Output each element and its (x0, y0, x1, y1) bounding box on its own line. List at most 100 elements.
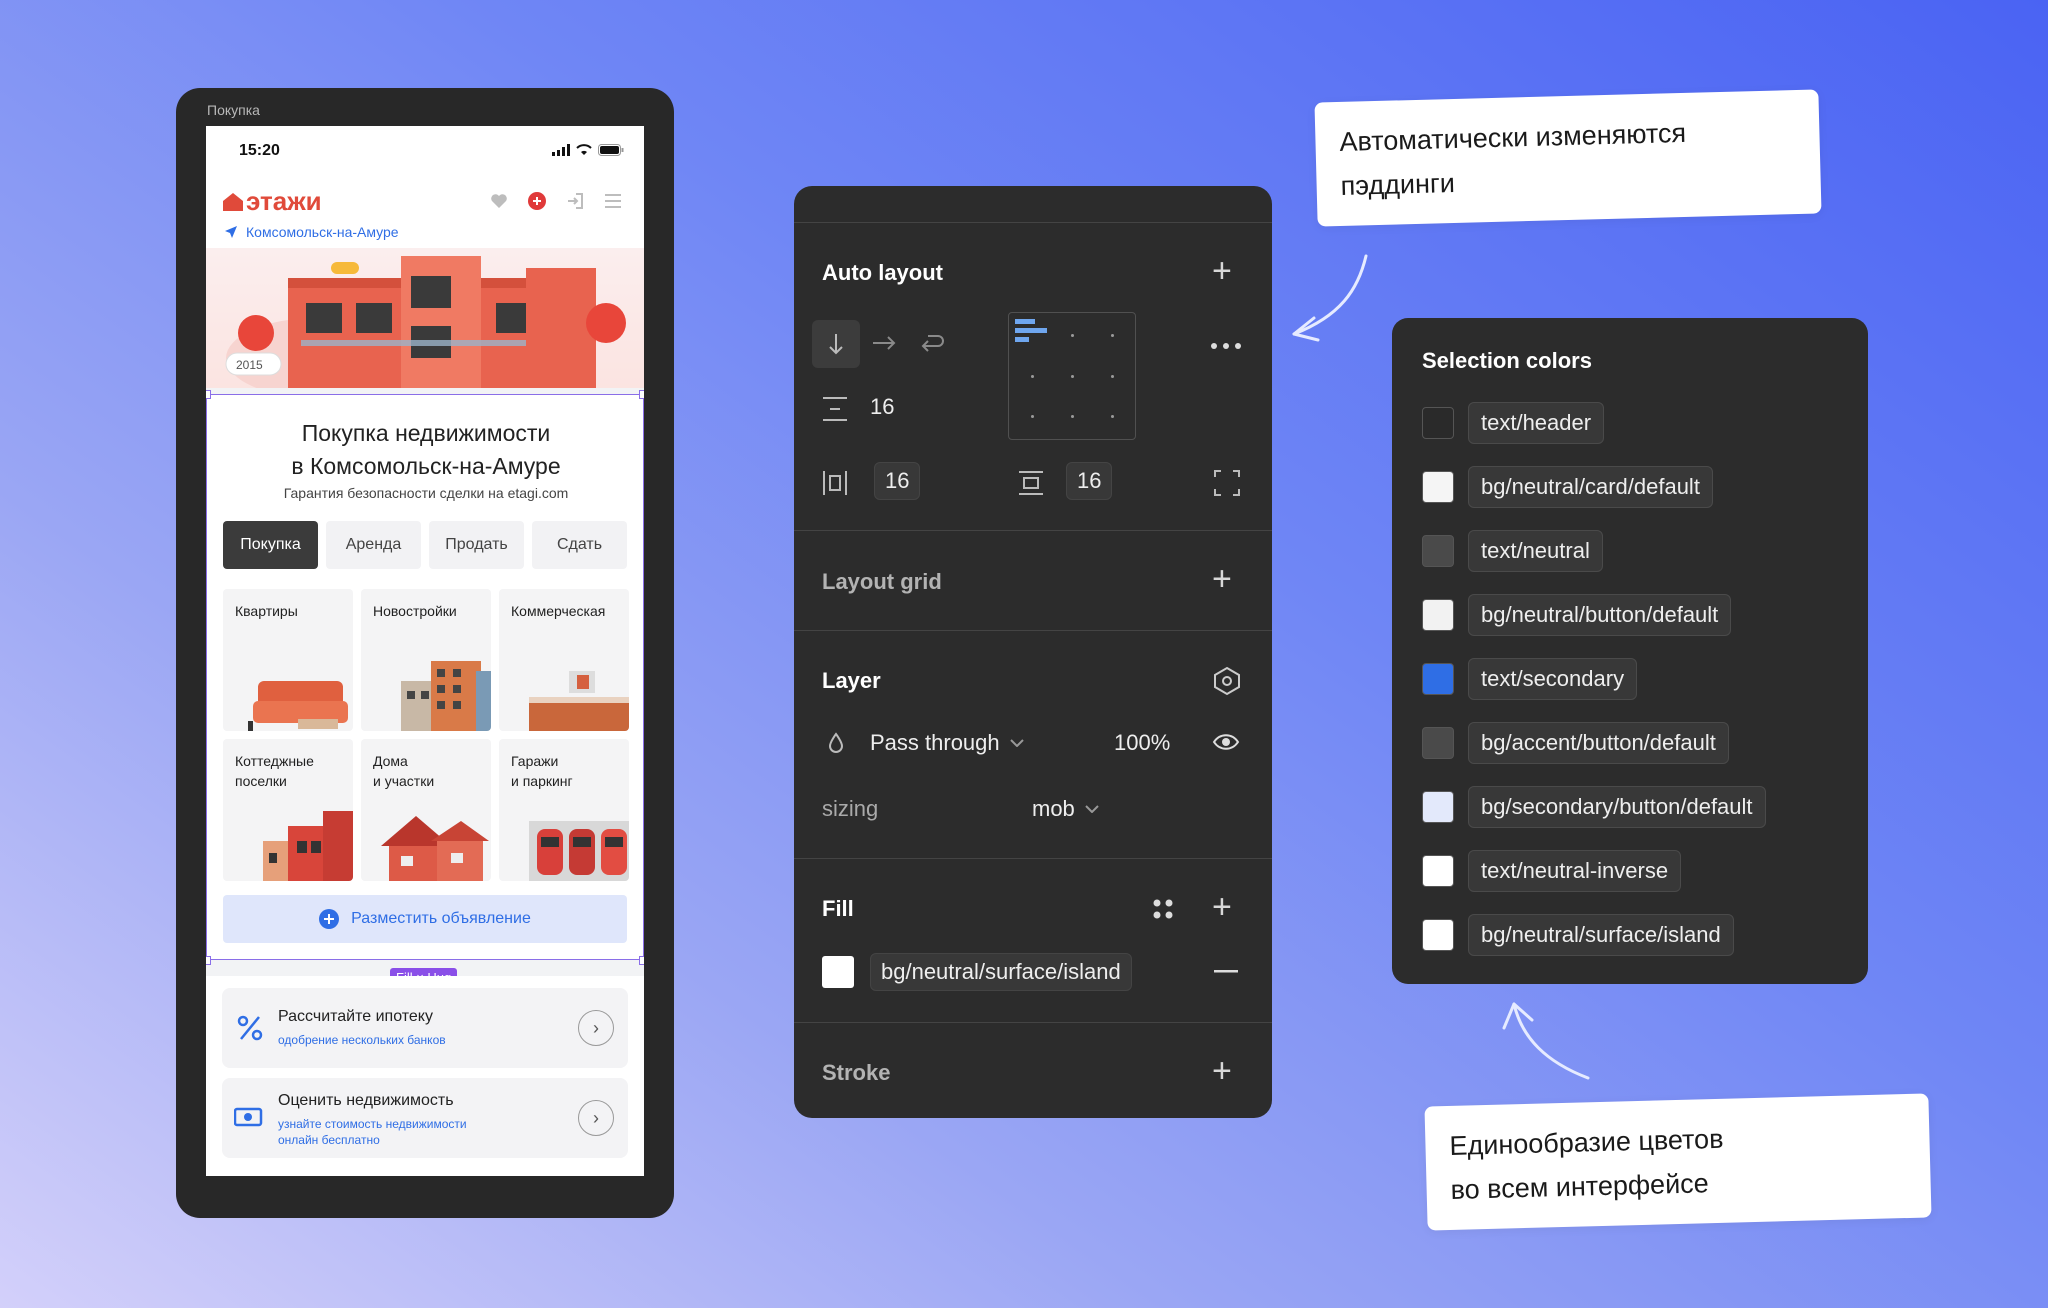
resize-handle-bottom-right[interactable] (639, 956, 644, 965)
more-options-icon[interactable] (1210, 342, 1242, 350)
selected-card-frame[interactable]: Покупка недвижимости в Комсомольск-на-Ам… (206, 394, 644, 960)
divider (794, 530, 1272, 531)
add-fill-icon[interactable]: + (1212, 890, 1232, 924)
sizing-select[interactable]: mob (1032, 796, 1099, 822)
category-commercial[interactable]: Коммерческая (499, 589, 629, 731)
category-apartments[interactable]: Квартиры (223, 589, 353, 731)
page-title-line-1: Покупка недвижимости (301, 420, 551, 446)
horizontal-padding-icon (823, 471, 847, 495)
color-row[interactable]: text/secondary (1422, 658, 1638, 700)
brand-logo[interactable]: этажи (222, 186, 322, 217)
percent-icon (237, 1015, 263, 1041)
mortgage-card[interactable]: Рассчитайте ипотеку одобрение нескольких… (222, 988, 628, 1068)
color-swatch[interactable] (1422, 599, 1454, 631)
fill-style-chip[interactable]: bg/neutral/surface/island (870, 953, 1132, 991)
color-style-chip[interactable]: bg/accent/button/default (1468, 722, 1729, 764)
color-row[interactable]: bg/neutral/surface/island (1422, 914, 1734, 956)
color-row[interactable]: bg/accent/button/default (1422, 722, 1729, 764)
color-swatch[interactable] (1422, 791, 1454, 823)
add-layout-grid-icon[interactable]: + (1212, 562, 1232, 596)
style-grid-icon[interactable] (1152, 898, 1174, 920)
tab-sell[interactable]: Продать (429, 521, 524, 569)
post-ad-button[interactable]: Разместить объявление (223, 895, 627, 943)
hero-illustration: 2015 (206, 248, 644, 388)
category-label: Коммерческая (511, 603, 606, 619)
color-style-chip[interactable]: text/secondary (1468, 658, 1638, 700)
color-swatch[interactable] (1422, 919, 1454, 951)
tab-rent[interactable]: Аренда (326, 521, 421, 569)
heart-icon[interactable] (490, 193, 508, 209)
phone-screen: 15:20 этажи Комсомольск-на-Амуре 2015 По… (206, 126, 644, 1176)
color-row[interactable]: text/neutral-inverse (1422, 850, 1682, 892)
chevron-down-icon (1009, 739, 1024, 747)
arrow-right-icon[interactable] (872, 334, 896, 352)
color-style-chip[interactable]: text/neutral (1468, 530, 1603, 572)
chevron-right-icon[interactable]: › (578, 1100, 614, 1136)
gap-value[interactable]: 16 (870, 394, 894, 420)
horizontal-padding-input[interactable]: 16 (874, 462, 921, 500)
building-icon (401, 661, 491, 731)
color-swatch[interactable] (1422, 407, 1454, 439)
category-new-buildings[interactable]: Новостройки (361, 589, 491, 731)
layer-title: Layer (822, 668, 881, 693)
cottage-icon (263, 811, 353, 881)
login-icon[interactable] (566, 192, 584, 210)
tab-let[interactable]: Сдать (532, 521, 627, 569)
component-icon[interactable] (1212, 666, 1242, 696)
chevron-down-icon (1085, 805, 1099, 813)
signal-icon (552, 144, 570, 156)
mortgage-subtitle: одобрение нескольких банков (278, 1033, 446, 1047)
fill-title: Fill (822, 896, 854, 921)
category-cottage-villages[interactable]: Коттеджные поселки (223, 739, 353, 881)
color-swatch[interactable] (1422, 535, 1454, 567)
add-circle-icon[interactable] (528, 192, 546, 210)
resize-handle-top-right[interactable] (639, 390, 644, 399)
category-garages-parking[interactable]: Гаражи и паркинг (499, 739, 629, 881)
valuation-card[interactable]: Оценить недвижимость узнайте стоимость н… (222, 1078, 628, 1158)
alignment-grid[interactable] (1008, 312, 1136, 440)
color-style-chip[interactable]: bg/neutral/surface/island (1468, 914, 1734, 956)
wrap-icon[interactable] (920, 332, 944, 354)
color-row[interactable]: bg/neutral/button/default (1422, 594, 1732, 636)
tab-buy[interactable]: Покупка (223, 521, 318, 569)
eye-icon[interactable] (1212, 732, 1240, 752)
fill-swatch[interactable] (822, 956, 854, 988)
menu-icon[interactable] (604, 194, 622, 208)
individual-padding-icon[interactable] (1214, 470, 1240, 496)
header-actions (490, 192, 622, 210)
opacity-value[interactable]: 100% (1114, 730, 1170, 756)
deal-type-tabs: Покупка Аренда Продать Сдать (223, 521, 627, 569)
brand-name: этажи (246, 186, 322, 216)
vertical-padding-input[interactable]: 16 (1066, 462, 1113, 500)
color-row[interactable]: bg/neutral/card/default (1422, 466, 1713, 508)
direction-vertical-button[interactable] (812, 320, 860, 368)
add-auto-layout-icon[interactable]: + (1212, 254, 1232, 288)
color-style-chip[interactable]: bg/neutral/card/default (1468, 466, 1713, 508)
post-ad-label: Разместить объявление (351, 910, 531, 927)
note-colors: Единообразие цветов во всем интерфейсе (1424, 1093, 1932, 1231)
resize-handle-bottom-left[interactable] (206, 956, 211, 965)
add-stroke-icon[interactable]: + (1212, 1054, 1232, 1088)
color-style-chip[interactable]: text/neutral-inverse (1468, 850, 1682, 892)
city-selector[interactable]: Комсомольск-на-Амуре (224, 224, 399, 240)
color-swatch[interactable] (1422, 663, 1454, 695)
page-title-line-2: в Комсомольск-на-Амуре (291, 453, 561, 479)
status-time: 15:20 (239, 142, 280, 159)
color-swatch[interactable] (1422, 855, 1454, 887)
resize-handle-top-left[interactable] (206, 390, 211, 399)
blend-drop-icon (828, 732, 844, 753)
color-style-chip[interactable]: bg/secondary/button/default (1468, 786, 1766, 828)
color-style-chip[interactable]: bg/neutral/button/default (1468, 594, 1732, 636)
chevron-right-icon[interactable]: › (578, 1010, 614, 1046)
category-houses-land[interactable]: Дома и участки (361, 739, 491, 881)
color-swatch[interactable] (1422, 727, 1454, 759)
color-row[interactable]: text/neutral (1422, 530, 1603, 572)
color-row[interactable]: text/header (1422, 402, 1605, 444)
city-name: Комсомольск-на-Амуре (246, 224, 399, 240)
color-row[interactable]: bg/secondary/button/default (1422, 786, 1766, 828)
color-swatch[interactable] (1422, 471, 1454, 503)
remove-fill-icon[interactable] (1214, 970, 1238, 974)
blend-mode-select[interactable]: Pass through (870, 730, 1024, 756)
color-style-chip[interactable]: text/header (1468, 402, 1605, 444)
stroke-title: Stroke (822, 1060, 891, 1085)
